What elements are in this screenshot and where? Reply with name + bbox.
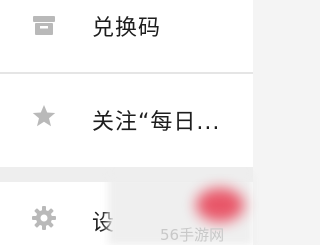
gift-box-icon — [31, 12, 57, 38]
menu-item-label: 关注“每日... — [92, 110, 221, 135]
star-icon — [31, 103, 57, 129]
gear-icon — [31, 205, 57, 231]
menu-item-follow-daily[interactable]: 关注“每日... — [0, 74, 253, 167]
menu-item-label: 兑换码 — [92, 16, 162, 41]
watermark: 56手游网 — [160, 226, 225, 244]
menu-item-redeem-code[interactable]: 兑换码 — [0, 0, 253, 72]
blurred-red-region — [196, 188, 244, 222]
